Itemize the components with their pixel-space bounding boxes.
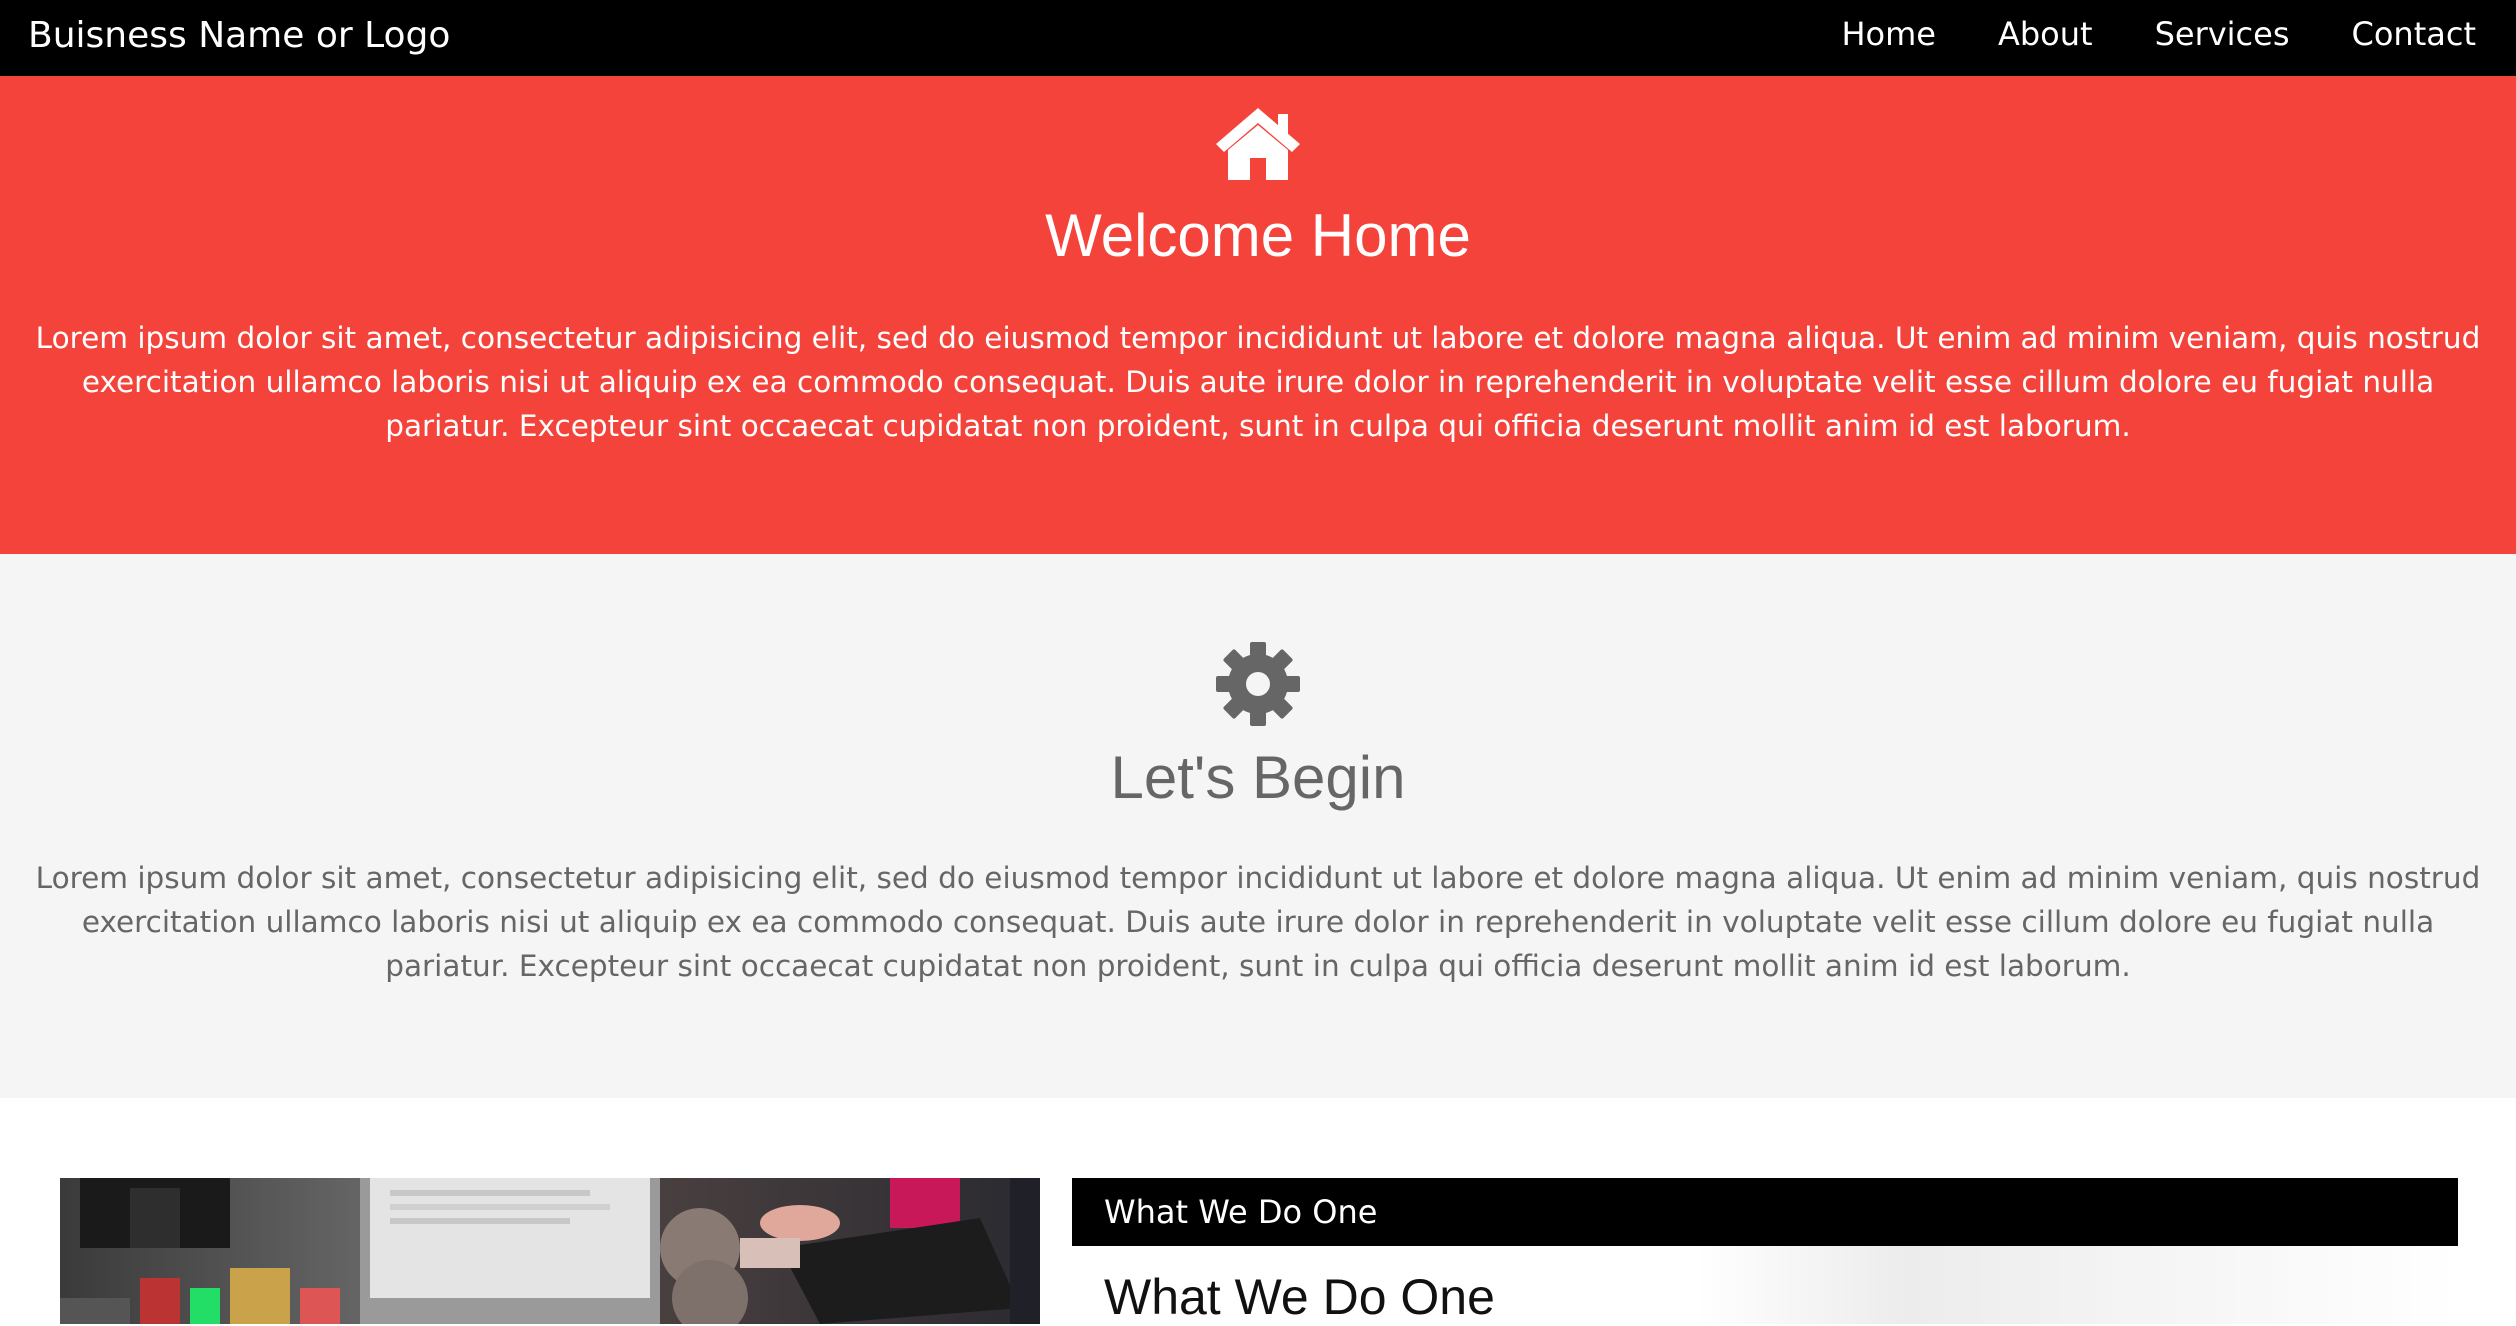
- nav-link-about[interactable]: About: [1998, 15, 2093, 53]
- office-photo-illustration: [60, 1178, 1040, 1324]
- home-icon: [1216, 108, 1300, 180]
- what-we-do-body: What We Do One: [1072, 1246, 2458, 1325]
- begin-title: Let's Begin: [1110, 744, 1406, 811]
- nav-links: Home About Services Contact: [1809, 0, 2506, 68]
- what-we-do-title: What We Do One: [1104, 1269, 1495, 1325]
- begin-section: Let's Begin Lorem ipsum dolor sit amet, …: [0, 554, 2516, 1098]
- nav-link-home[interactable]: Home: [1841, 15, 1936, 53]
- what-we-do-header-label: What We Do One: [1104, 1193, 1378, 1231]
- hero-section: Welcome Home Lorem ipsum dolor sit amet,…: [0, 76, 2516, 554]
- top-navbar: Buisness Name or Logo Home About Service…: [0, 0, 2516, 76]
- what-we-do-header: What We Do One: [1072, 1178, 2458, 1246]
- begin-paragraph: Lorem ipsum dolor sit amet, consectetur …: [35, 861, 2481, 983]
- office-photo: [60, 1178, 1040, 1324]
- nav-link-contact[interactable]: Contact: [2352, 15, 2477, 53]
- hero-paragraph: Lorem ipsum dolor sit amet, consectetur …: [35, 321, 2481, 443]
- hero-title: Welcome Home: [1045, 202, 1471, 269]
- gear-icon: [1216, 642, 1300, 726]
- nav-link-services[interactable]: Services: [2155, 15, 2290, 53]
- brand-logo-link[interactable]: Buisness Name or Logo: [28, 0, 450, 72]
